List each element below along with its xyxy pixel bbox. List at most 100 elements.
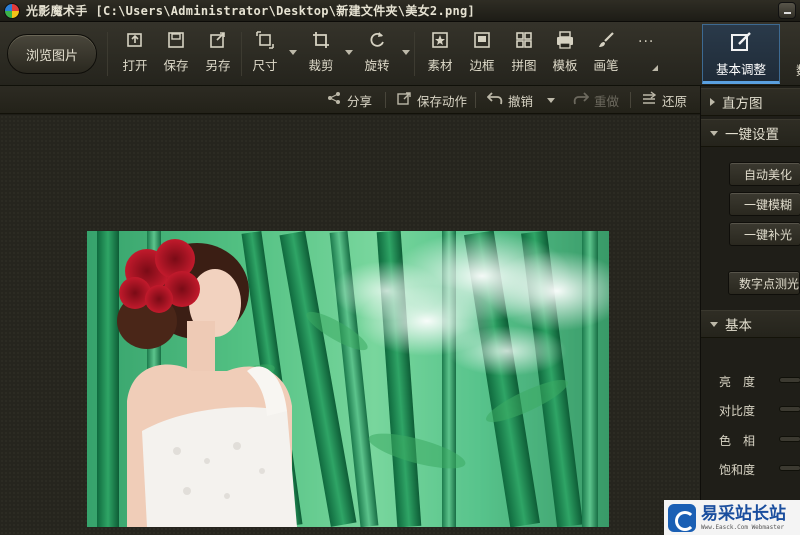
redo-icon <box>572 91 590 109</box>
action-divider <box>385 92 386 108</box>
toolbar-divider <box>414 32 415 76</box>
action-bar: 分享 保存动作 撤销 重做 还原 <box>0 86 700 114</box>
restore-button[interactable]: 还原 <box>640 91 687 109</box>
open-icon <box>125 30 145 50</box>
save-action-icon <box>395 91 413 109</box>
tab-next-label: 数 <box>796 60 800 79</box>
crop-label: 裁剪 <box>308 58 334 73</box>
section-one-click-title: 一键设置 <box>725 127 779 143</box>
crop-button[interactable]: 裁剪 <box>302 30 340 78</box>
template-icon <box>555 30 575 50</box>
undo-dropdown-arrow[interactable] <box>547 98 555 103</box>
rotate-dropdown-arrow[interactable] <box>402 50 410 55</box>
file-path: [C:\Users\Administrator\Desktop\新建文件夹\美女… <box>95 4 476 18</box>
collage-icon <box>514 30 534 50</box>
adjust-panel: 直方图 一键设置 自动美化 一键模糊 一键补光 数字点测光 基本 亮 度 对比度… <box>700 86 800 535</box>
action-divider <box>475 92 476 108</box>
tab-basic-adjust[interactable]: 基本调整 <box>702 24 780 84</box>
open-button[interactable]: 打开 <box>116 30 154 78</box>
save-icon <box>166 30 186 50</box>
one-click-blur-button[interactable]: 一键模糊 <box>729 192 800 216</box>
action-divider <box>630 92 631 108</box>
save-action-label: 保存动作 <box>417 93 468 109</box>
save-button[interactable]: 保存 <box>157 30 195 78</box>
one-click-fill-light-button[interactable]: 一键补光 <box>729 222 800 246</box>
minimize-button[interactable] <box>778 2 796 19</box>
template-label: 模板 <box>552 58 578 73</box>
saturation-label: 饱和度 <box>719 463 756 477</box>
crop-icon <box>311 30 331 50</box>
contrast-slider[interactable] <box>779 406 800 412</box>
material-label: 素材 <box>427 58 453 73</box>
section-one-click[interactable]: 一键设置 <box>701 119 800 147</box>
save-as-label: 另存 <box>205 58 231 73</box>
collage-label: 拼图 <box>511 58 537 73</box>
section-basic[interactable]: 基本 <box>701 310 800 338</box>
hue-slider[interactable] <box>779 436 800 442</box>
undo-icon <box>486 91 504 109</box>
share-icon <box>325 91 343 109</box>
title-bar: 光影魔术手 [C:\Users\Administrator\Desktop\新建… <box>0 0 800 22</box>
resize-label: 尺寸 <box>252 58 278 73</box>
section-basic-title: 基本 <box>725 318 752 334</box>
app-logo-icon <box>4 2 20 19</box>
redo-button[interactable]: 重做 <box>572 91 619 109</box>
brush-label: 画笔 <box>593 58 619 73</box>
hue-label: 色 相 <box>719 434 756 448</box>
material-button[interactable]: 素材 <box>421 30 459 78</box>
watermark-title: 易采站长站 <box>701 503 786 524</box>
restore-label: 还原 <box>662 93 688 109</box>
border-icon <box>472 30 492 50</box>
browse-images-button[interactable]: 浏览图片 <box>7 34 97 74</box>
border-label: 边框 <box>469 58 495 73</box>
edit-icon <box>729 31 753 55</box>
undo-label: 撤销 <box>508 93 534 109</box>
collage-button[interactable]: 拼图 <box>505 30 543 78</box>
brightness-label: 亮 度 <box>719 375 756 389</box>
collapse-arrow-icon <box>710 130 718 136</box>
auto-beautify-button[interactable]: 自动美化 <box>729 162 800 186</box>
section-histogram[interactable]: 直方图 <box>701 88 800 116</box>
share-label: 分享 <box>347 93 373 109</box>
tab-basic-adjust-label: 基本调整 <box>715 62 766 77</box>
rotate-button[interactable]: 旋转 <box>358 30 396 78</box>
undo-button[interactable]: 撤销 <box>486 91 533 109</box>
crop-dropdown-arrow[interactable] <box>345 50 353 55</box>
expand-arrow-icon <box>710 98 715 106</box>
open-label: 打开 <box>122 58 148 73</box>
rotate-icon <box>367 30 387 50</box>
digital-spot-metering-button[interactable]: 数字点测光 <box>728 271 800 295</box>
photo-bamboo-scene <box>87 231 609 527</box>
save-as-button[interactable]: 另存 <box>199 30 237 78</box>
resize-button[interactable]: 尺寸 <box>246 30 284 78</box>
brightness-slider[interactable] <box>779 377 800 383</box>
brush-button[interactable]: 画笔 <box>587 30 625 78</box>
image-canvas[interactable] <box>0 115 700 535</box>
watermark-subtitle: Www.Easck.Com Webmaster <box>701 523 785 531</box>
share-button[interactable]: 分享 <box>325 91 372 109</box>
save-action-button[interactable]: 保存动作 <box>395 91 467 109</box>
expand-corner-icon[interactable] <box>652 65 658 71</box>
more-tools-button[interactable]: ··· <box>638 34 654 50</box>
edited-photo[interactable] <box>87 231 609 527</box>
main-toolbar: 浏览图片 打开 保存 另存 尺寸 裁剪 旋转 素材 边框 拼图 模板 画笔 ··… <box>0 22 800 86</box>
material-icon <box>430 30 450 50</box>
toolbar-divider <box>241 32 242 76</box>
save-label: 保存 <box>163 58 189 73</box>
contrast-label: 对比度 <box>719 404 756 418</box>
app-title: 光影魔术手 <box>26 4 88 18</box>
section-histogram-title: 直方图 <box>722 96 763 112</box>
redo-label: 重做 <box>594 93 620 109</box>
collapse-arrow-icon <box>710 321 718 327</box>
saturation-slider[interactable] <box>779 465 800 471</box>
brush-icon <box>596 30 616 50</box>
resize-dropdown-arrow[interactable] <box>289 50 297 55</box>
rotate-label: 旋转 <box>364 58 390 73</box>
tab-next[interactable]: 数 <box>784 24 800 84</box>
watermark-logo-icon <box>668 503 696 532</box>
toolbar-divider <box>107 32 108 76</box>
resize-icon <box>255 30 275 50</box>
border-button[interactable]: 边框 <box>463 30 501 78</box>
template-button[interactable]: 模板 <box>546 30 584 78</box>
site-watermark: 易采站长站 Www.Easck.Com Webmaster <box>664 500 800 535</box>
